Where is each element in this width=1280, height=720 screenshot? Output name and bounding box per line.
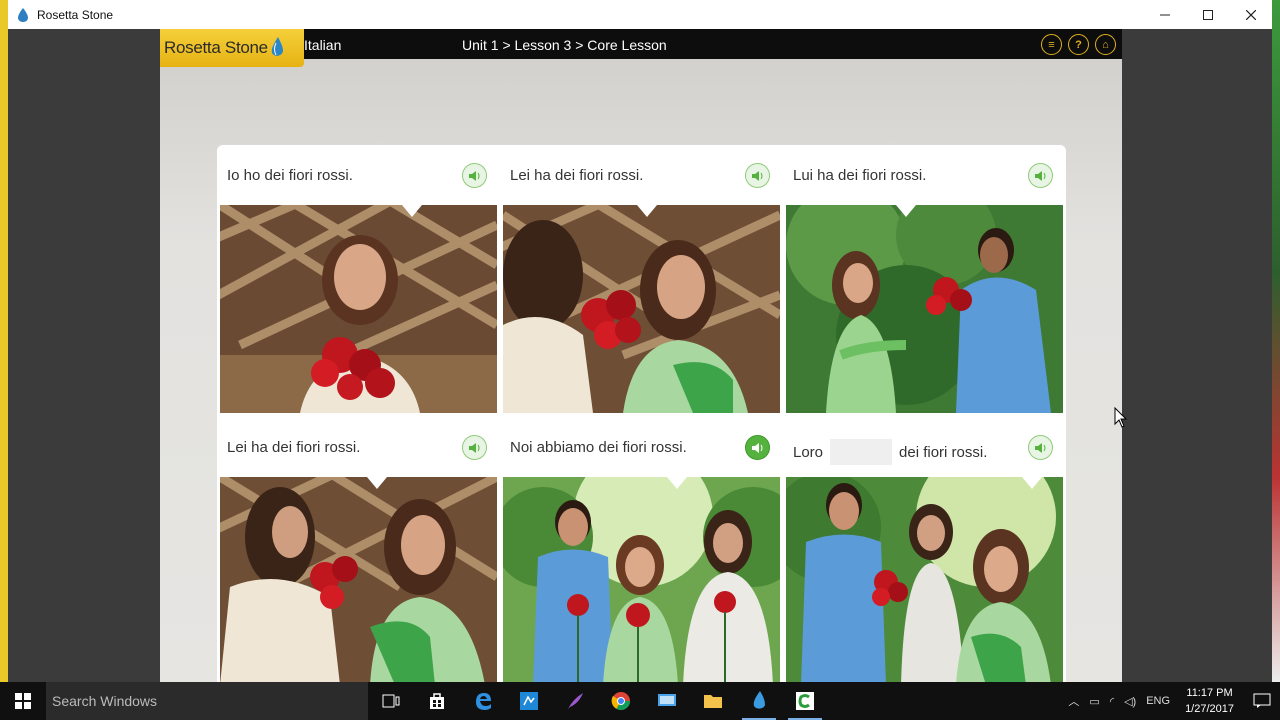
network-icon[interactable]: ◜ bbox=[1105, 695, 1119, 708]
speech-notch bbox=[667, 477, 687, 489]
chrome-button[interactable] bbox=[598, 682, 644, 720]
chrome-icon bbox=[611, 692, 630, 711]
phrase-text: Lei ha dei fiori rossi. bbox=[227, 439, 361, 456]
phrase-after-blank: dei fiori rossi. bbox=[899, 443, 988, 461]
phrase-text: Lui ha dei fiori rossi. bbox=[793, 167, 927, 184]
folder-icon bbox=[704, 695, 722, 708]
window-title: Rosetta Stone bbox=[37, 7, 114, 22]
phrase-with-blank: Loro dei fiori rossi. bbox=[793, 439, 987, 465]
title-bar[interactable]: Rosetta Stone bbox=[8, 0, 1272, 29]
speaker-icon bbox=[1034, 442, 1045, 453]
lesson-cell-6[interactable]: Loro dei fiori rossi. bbox=[786, 417, 1063, 682]
desktop-edge-left bbox=[0, 0, 8, 682]
start-button[interactable] bbox=[0, 682, 46, 720]
edge-icon bbox=[476, 693, 491, 710]
speech-notch bbox=[896, 205, 916, 217]
file-explorer-button[interactable] bbox=[690, 682, 736, 720]
speech-notch bbox=[1022, 477, 1042, 489]
logo-text: Rosetta Stone bbox=[164, 38, 268, 57]
lesson-cell-3[interactable]: Lui ha dei fiori rossi. bbox=[786, 145, 1063, 413]
lesson-cell-2[interactable]: Lei ha dei fiori rossi. bbox=[503, 145, 780, 413]
app-button-monitor[interactable] bbox=[644, 682, 690, 720]
logo-drop-icon bbox=[271, 37, 283, 56]
audio-button[interactable] bbox=[1028, 435, 1053, 460]
camtasia-icon bbox=[796, 692, 814, 710]
app-window: Rosetta Stone Rosetta Stone Italian Unit… bbox=[8, 0, 1272, 682]
input-language[interactable]: ENG bbox=[1141, 695, 1175, 707]
minimize-icon bbox=[1159, 14, 1170, 15]
taskbar-clock[interactable]: 11:17 PM 1/27/2017 bbox=[1175, 685, 1244, 717]
phrase-text: Lei ha dei fiori rossi. bbox=[510, 167, 644, 184]
phrase-text: Io ho dei fiori rossi. bbox=[227, 167, 353, 184]
photo-woman-with-flowers[interactable] bbox=[220, 205, 497, 413]
course-language: Italian bbox=[304, 37, 342, 53]
monitor-app-icon bbox=[658, 694, 676, 706]
feather-icon bbox=[568, 693, 583, 709]
menu-icon[interactable]: ≡ bbox=[1041, 34, 1062, 55]
audio-button[interactable] bbox=[462, 163, 487, 188]
speaker-icon bbox=[751, 442, 762, 453]
store-icon bbox=[430, 693, 444, 709]
app-button-feather[interactable] bbox=[552, 682, 598, 720]
photo-man-giving-flowers[interactable] bbox=[786, 205, 1063, 413]
speaker-icon bbox=[1034, 170, 1045, 181]
photo-woman-offering-flowers[interactable] bbox=[503, 205, 780, 413]
close-button[interactable] bbox=[1229, 0, 1272, 29]
lesson-stage: Io ho dei fiori rossi. Lei ha dei fiori … bbox=[160, 59, 1122, 682]
photo-group-they-have-flowers[interactable] bbox=[786, 477, 1063, 682]
notification-icon bbox=[1253, 693, 1271, 708]
lesson-cell-4[interactable]: Lei ha dei fiori rossi. bbox=[220, 417, 497, 682]
audio-button[interactable] bbox=[1028, 163, 1053, 188]
tray-overflow-chevron-icon[interactable]: ︿ bbox=[1063, 693, 1084, 709]
maximize-button[interactable] bbox=[1186, 0, 1229, 29]
phrase-before-blank: Loro bbox=[793, 443, 824, 461]
task-view-button[interactable] bbox=[368, 682, 414, 720]
home-icon[interactable]: ⌂ bbox=[1095, 34, 1116, 55]
audio-button[interactable] bbox=[462, 435, 487, 460]
rosetta-stone-icon bbox=[753, 691, 765, 709]
lesson-card: Io ho dei fiori rossi. Lei ha dei fiori … bbox=[217, 145, 1066, 682]
audio-button[interactable] bbox=[745, 163, 770, 188]
lesson-cell-1[interactable]: Io ho dei fiori rossi. bbox=[220, 145, 497, 413]
rosetta-stone-logo[interactable]: Rosetta Stone bbox=[160, 29, 304, 67]
task-view-icon bbox=[382, 694, 400, 708]
app-area: Rosetta Stone Italian Unit 1 > Lesson 3 … bbox=[160, 29, 1122, 682]
speech-notch bbox=[402, 205, 422, 217]
clock-date: 1/27/2017 bbox=[1185, 703, 1234, 715]
taskbar-search[interactable]: Search Windows bbox=[46, 682, 368, 720]
taskbar: Search Windows ︿ ▭ ◜ ◁) ENG 11:17 PM 1/2… bbox=[0, 682, 1280, 720]
photo-group-with-flowers[interactable] bbox=[503, 477, 780, 682]
lesson-cell-5[interactable]: Noi abbiamo dei fiori rossi. bbox=[503, 417, 780, 682]
audio-button-active[interactable] bbox=[745, 435, 770, 460]
rosetta-stone-taskbar-button[interactable] bbox=[736, 682, 782, 720]
calendar-app-icon bbox=[520, 692, 538, 710]
search-placeholder: Search Windows bbox=[52, 693, 158, 709]
maximize-icon bbox=[1202, 9, 1213, 20]
speech-notch bbox=[367, 477, 387, 489]
action-center-button[interactable] bbox=[1244, 682, 1280, 720]
windows-logo-icon bbox=[15, 693, 31, 709]
breadcrumb: Unit 1 > Lesson 3 > Core Lesson bbox=[462, 37, 667, 53]
speech-notch bbox=[637, 205, 657, 217]
speaker-icon bbox=[468, 442, 479, 453]
rosetta-stone-app-icon bbox=[18, 7, 28, 22]
mouse-cursor-icon bbox=[1114, 407, 1128, 428]
photo-woman-gesturing[interactable] bbox=[220, 477, 497, 682]
phrase-text: Noi abbiamo dei fiori rossi. bbox=[510, 439, 687, 456]
volume-icon[interactable]: ◁) bbox=[1119, 695, 1141, 708]
battery-icon[interactable]: ▭ bbox=[1084, 695, 1104, 708]
speaker-icon bbox=[751, 170, 762, 181]
app-header: Rosetta Stone Italian Unit 1 > Lesson 3 … bbox=[160, 29, 1122, 67]
clock-time: 11:17 PM bbox=[1186, 687, 1233, 699]
desktop-edge-right bbox=[1272, 0, 1280, 682]
close-icon bbox=[1245, 9, 1256, 20]
minimize-button[interactable] bbox=[1143, 0, 1186, 29]
edge-browser-button[interactable] bbox=[460, 682, 506, 720]
store-button[interactable] bbox=[414, 682, 460, 720]
app-button-blue[interactable] bbox=[506, 682, 552, 720]
camtasia-button[interactable] bbox=[782, 682, 828, 720]
answer-blank[interactable] bbox=[830, 439, 893, 465]
speaker-icon bbox=[468, 170, 479, 181]
help-icon[interactable]: ? bbox=[1068, 34, 1089, 55]
